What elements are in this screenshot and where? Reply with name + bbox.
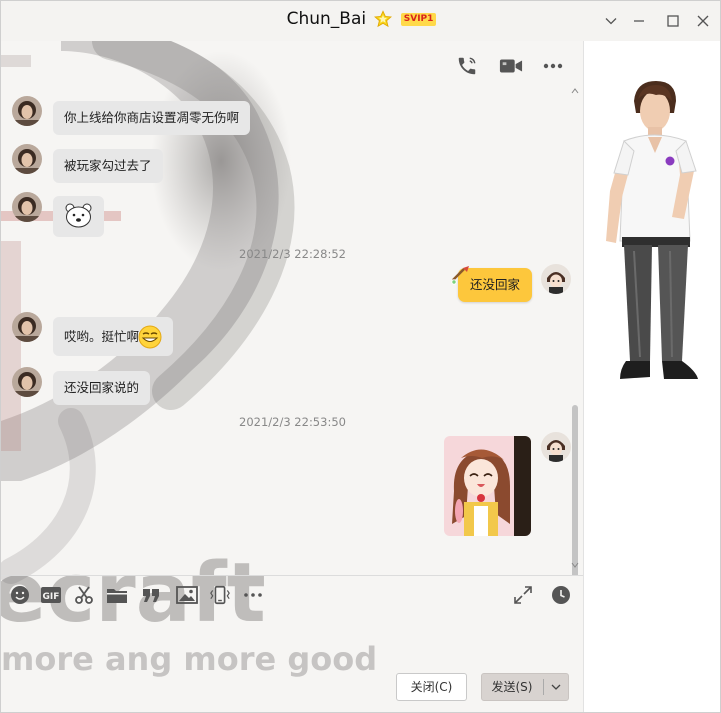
maximize-icon[interactable]	[663, 11, 683, 31]
file-button[interactable]	[106, 584, 128, 606]
emoji-button[interactable]	[9, 584, 31, 606]
contact-avatar[interactable]	[12, 96, 42, 126]
sticker-bubble[interactable]	[53, 196, 104, 237]
message-list[interactable]: 你上线给你商店设置凋零无伤啊 被玩家勾过去了 2021/2/3 22:28:52…	[1, 41, 583, 576]
bubble-decoration-icon	[451, 266, 469, 285]
input-toolbar: GIF	[1, 576, 583, 616]
screenshot-button[interactable]	[73, 584, 95, 606]
call-video-button[interactable]	[499, 55, 523, 77]
image-icon	[176, 586, 198, 604]
close-button[interactable]: 关闭(C)	[396, 673, 467, 701]
expand-input-button[interactable]	[512, 584, 534, 606]
message-bubble[interactable]: 你上线给你商店设置凋零无伤啊	[53, 101, 251, 135]
shake-button[interactable]	[209, 584, 231, 606]
my-avatar[interactable]	[541, 432, 571, 462]
sent-image-message[interactable]	[444, 436, 531, 536]
quote-icon	[143, 589, 159, 602]
quote-button[interactable]	[140, 584, 162, 606]
close-window-icon[interactable]	[693, 11, 713, 31]
svip-badge[interactable]: SVIP1	[400, 12, 437, 26]
image-button[interactable]	[176, 584, 198, 606]
contact-avatar[interactable]	[12, 192, 42, 222]
history-clock-icon	[552, 586, 570, 604]
shake-icon	[210, 585, 230, 605]
contact-show-panel	[583, 41, 721, 712]
grin-emoji-icon	[138, 325, 162, 349]
send-options-chevron-icon[interactable]	[544, 674, 568, 700]
message-timestamp: 2021/2/3 22:53:50	[239, 415, 346, 429]
scroll-thumb[interactable]	[572, 405, 578, 576]
message-bubble[interactable]: 哎哟。挺忙啊	[53, 317, 174, 356]
my-avatar[interactable]	[541, 264, 571, 294]
polar-bear-emoji-icon	[65, 203, 92, 228]
message-bubble[interactable]: 还没回家说的	[53, 371, 151, 405]
vip-star-icon[interactable]	[373, 10, 392, 28]
expand-icon	[514, 586, 532, 604]
svg-text:GIF: GIF	[43, 592, 60, 602]
smile-icon	[11, 586, 29, 604]
phone-icon	[458, 57, 476, 75]
send-button-label[interactable]: 发送(S)	[482, 674, 542, 700]
more-actions-button[interactable]	[542, 55, 564, 77]
contact-avatar[interactable]	[12, 367, 42, 397]
history-button[interactable]	[550, 584, 572, 606]
contact-name[interactable]: Chun_Bai	[287, 9, 367, 29]
minimize-icon[interactable]	[629, 11, 649, 31]
chat-window: Chun_Bai SVIP1 ecraft more ang more good…	[0, 0, 721, 713]
call-voice-button[interactable]	[456, 55, 478, 77]
title-bar: Chun_Bai SVIP1	[1, 1, 720, 41]
contact-character-figure[interactable]	[584, 41, 721, 401]
message-timestamp: 2021/2/3 22:28:52	[239, 247, 346, 261]
scroll-up-icon[interactable]	[571, 87, 579, 95]
send-button[interactable]: 发送(S)	[481, 673, 569, 701]
scrollbar[interactable]	[569, 87, 581, 576]
more-icon	[244, 593, 262, 597]
scroll-down-icon[interactable]	[571, 561, 579, 569]
scissors-icon	[75, 586, 93, 604]
contact-avatar[interactable]	[12, 144, 42, 174]
toolbar-more-button[interactable]	[242, 584, 264, 606]
video-icon	[499, 59, 523, 73]
gif-button[interactable]: GIF	[40, 584, 62, 606]
contact-avatar[interactable]	[12, 312, 42, 342]
anime-girl-image	[444, 436, 531, 536]
more-icon	[543, 63, 563, 69]
message-bubble[interactable]: 被玩家勾过去了	[53, 149, 163, 183]
gif-icon: GIF	[41, 587, 61, 603]
dropdown-chevron-icon[interactable]	[601, 11, 621, 31]
message-text: 哎哟。挺忙啊	[64, 329, 140, 344]
folder-icon	[107, 589, 127, 603]
